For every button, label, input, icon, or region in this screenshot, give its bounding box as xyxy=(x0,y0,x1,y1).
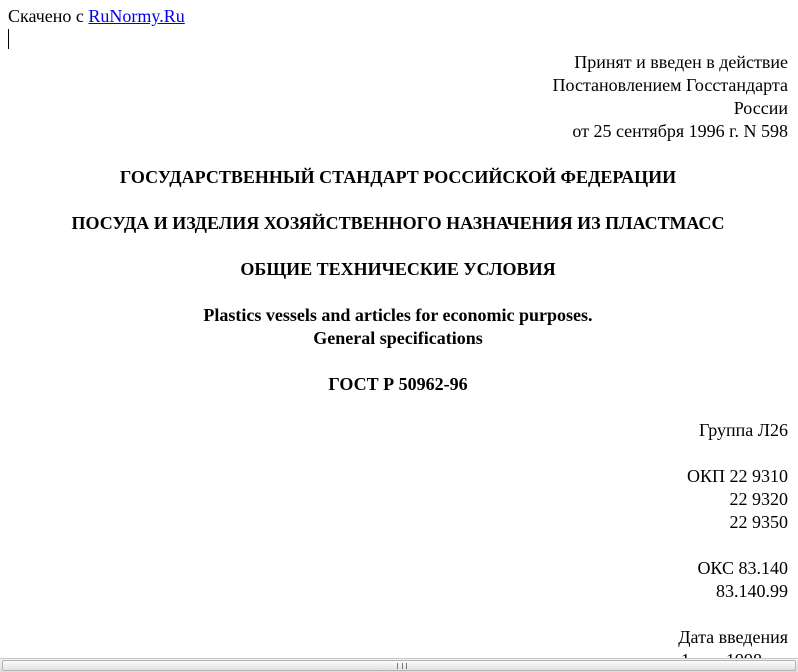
runormy-link[interactable]: RuNormy.Ru xyxy=(88,6,184,26)
gost-number: ГОСТ Р 50962-96 xyxy=(328,374,468,394)
oks-code-1: ОКС 83.140 xyxy=(697,558,788,578)
document-subtitle-ru: ОБЩИЕ ТЕХНИЧЕСКИЕ УСЛОВИЯ xyxy=(240,259,556,279)
okp-code-3: 22 9350 xyxy=(729,512,789,532)
scrollbar-thumb[interactable] xyxy=(2,660,796,671)
group-code: Группа Л26 xyxy=(699,420,788,440)
text-caret xyxy=(8,29,9,49)
document-title-en-line-2: General specifications xyxy=(313,328,483,348)
adoption-line-4: от 25 сентября 1996 г. N 598 xyxy=(572,121,788,141)
state-standard-heading: ГОСУДАРСТВЕННЫЙ СТАНДАРТ РОССИЙСКОЙ ФЕДЕ… xyxy=(119,167,677,187)
adoption-line-3: России xyxy=(733,98,788,118)
okp-code-1: ОКП 22 9310 xyxy=(686,466,788,486)
download-note: Скачено с RuNormy.Ru xyxy=(8,5,185,27)
okp-code-2: 22 9320 xyxy=(729,489,789,509)
adoption-line-2: Постановлением Госстандарта xyxy=(552,75,788,95)
scrollbar-grip-icon xyxy=(397,663,407,669)
oks-code-2: 83.140.99 xyxy=(716,581,788,601)
horizontal-scrollbar[interactable] xyxy=(0,658,798,672)
document-page: Скачено с RuNormy.Ru Принят и введен в д… xyxy=(0,0,798,658)
intro-date-value: 1 ...... 1998 ... xyxy=(681,649,780,658)
document-title-en-line-1: Plastics vessels and articles for econom… xyxy=(203,305,593,325)
download-note-prefix: Скачено с xyxy=(8,6,89,26)
document-title-ru: ПОСУДА И ИЗДЕЛИЯ ХОЗЯЙСТВЕННОГО НАЗНАЧЕН… xyxy=(71,213,725,233)
intro-date-label: Дата введения xyxy=(678,627,788,647)
adoption-line-1: Принят и введен в действие xyxy=(574,52,788,72)
